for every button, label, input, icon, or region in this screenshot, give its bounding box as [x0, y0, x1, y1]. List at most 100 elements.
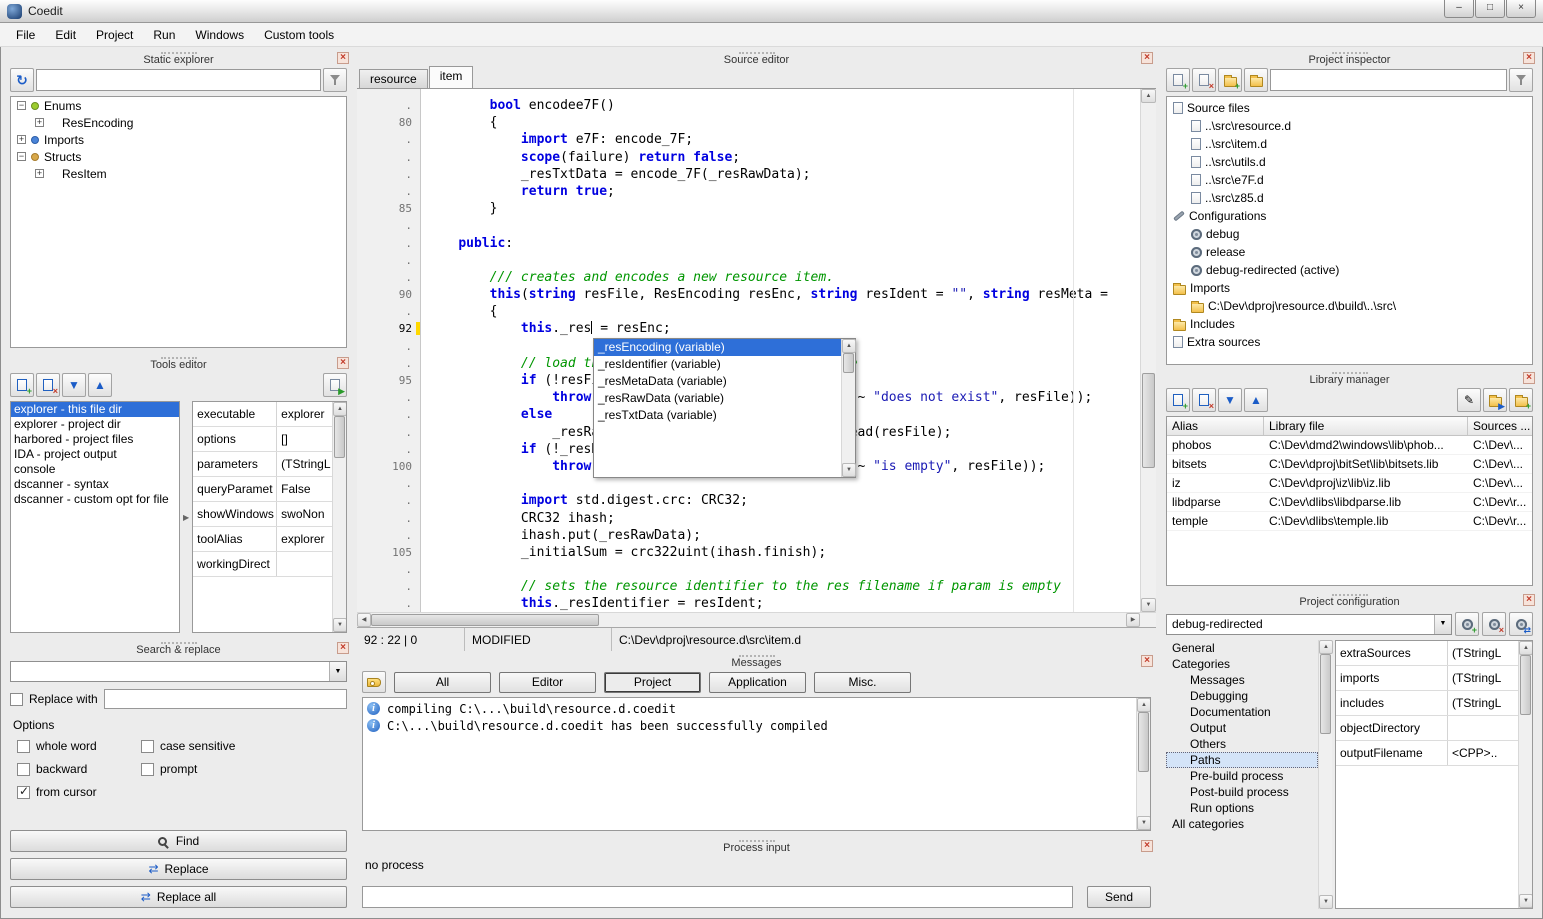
tool-item[interactable]: IDA - project output — [11, 447, 179, 462]
expand-toggle-icon[interactable]: − — [17, 101, 26, 110]
close-icon[interactable]: × — [1141, 840, 1153, 852]
scrollbar-thumb[interactable] — [1320, 654, 1331, 734]
scroll-up-button[interactable]: ▲ — [842, 339, 856, 353]
tree-item[interactable]: Configurations — [1167, 207, 1532, 225]
property-value[interactable]: <CPP>.. — [1448, 741, 1518, 765]
property-row[interactable]: queryParamet False — [193, 477, 332, 502]
property-value[interactable]: explorer — [277, 402, 332, 426]
splitter-icon[interactable]: ▶ — [183, 513, 189, 522]
scrollbar-thumb[interactable] — [1520, 655, 1531, 715]
option-checkbox-item[interactable]: prompt — [141, 762, 344, 776]
category-item[interactable]: Debugging — [1166, 688, 1318, 704]
close-icon[interactable]: × — [1523, 52, 1535, 64]
property-row[interactable]: objectDirectory — [1336, 716, 1518, 741]
tree-item[interactable]: + ResItem — [11, 165, 346, 182]
property-value[interactable] — [277, 552, 332, 576]
category-item[interactable]: Output — [1166, 720, 1318, 736]
tree-item[interactable]: ..\src\utils.d — [1167, 153, 1532, 171]
checkbox-icon[interactable] — [17, 740, 30, 753]
tree-item[interactable]: Includes — [1167, 315, 1532, 333]
checkbox-icon[interactable] — [141, 740, 154, 753]
clone-configuration-button[interactable]: ⇄ — [1509, 612, 1533, 636]
scrollbar-thumb[interactable] — [1138, 712, 1149, 772]
find-button[interactable]: Find — [10, 830, 347, 852]
tree-item[interactable]: debug-redirected (active) — [1167, 261, 1532, 279]
menu-item[interactable]: Run — [143, 25, 185, 45]
property-row[interactable]: extraSources (TStringL — [1336, 641, 1518, 666]
add-configuration-button[interactable]: + — [1455, 612, 1479, 636]
configuration-select[interactable]: debug-redirected ▼ — [1166, 614, 1452, 635]
menu-item[interactable]: File — [6, 25, 45, 45]
dropdown-button[interactable]: ▼ — [329, 662, 346, 681]
scroll-down-button[interactable]: ▼ — [1137, 816, 1151, 830]
property-value[interactable] — [1448, 716, 1518, 740]
property-value[interactable]: swoNon — [277, 502, 332, 526]
property-value[interactable]: [] — [277, 427, 332, 451]
property-row[interactable]: showWindows swoNon — [193, 502, 332, 527]
property-row[interactable]: toolAlias explorer — [193, 527, 332, 552]
property-value[interactable]: (TStringL — [1448, 666, 1518, 690]
property-value[interactable]: (TStringL — [1448, 691, 1518, 715]
tree-item[interactable]: − Enums — [11, 97, 346, 114]
open-folder-button[interactable] — [1244, 68, 1268, 92]
scroll-up-button[interactable]: ▲ — [1141, 89, 1156, 103]
run-tool-button[interactable]: ▶ — [323, 373, 347, 397]
add-library-button[interactable]: + — [1166, 388, 1190, 412]
category-item[interactable]: General — [1166, 640, 1318, 656]
editor-horizontal-scrollbar[interactable]: ◀ ▶ — [357, 612, 1156, 627]
scroll-down-button[interactable]: ▼ — [1319, 895, 1333, 909]
message-filter-button[interactable]: Misc. — [814, 672, 911, 693]
add-folder-button[interactable]: + — [1218, 68, 1242, 92]
add-source-button[interactable]: + — [1166, 68, 1190, 92]
scroll-up-button[interactable]: ▲ — [333, 402, 347, 416]
message-row[interactable]: compiling C:\...\build\resource.d.coedit — [363, 700, 1136, 717]
checkbox-icon[interactable] — [17, 763, 30, 776]
completion-scrollbar[interactable]: ▲ ▼ — [841, 339, 855, 477]
tree-item[interactable]: + ResEncoding — [11, 114, 346, 131]
property-row[interactable]: workingDirect — [193, 552, 332, 577]
category-item[interactable]: Messages — [1166, 672, 1318, 688]
inspector-search-input[interactable] — [1270, 69, 1507, 91]
properties-scrollbar[interactable]: ▲ ▼ — [1518, 641, 1532, 908]
option-checkbox-item[interactable]: backward — [17, 762, 135, 776]
replace-all-button[interactable]: ⇄ Replace all — [10, 886, 347, 908]
library-row[interactable]: phobos C:\Dev\dmd2\windows\lib\phob... C… — [1167, 436, 1532, 455]
category-item[interactable]: Documentation — [1166, 704, 1318, 720]
column-header-alias[interactable]: Alias — [1167, 417, 1264, 435]
scroll-down-button[interactable]: ▼ — [842, 463, 856, 477]
column-header-library-file[interactable]: Library file — [1264, 417, 1468, 435]
tree-item[interactable]: Extra sources — [1167, 333, 1532, 351]
messages-scrollbar[interactable]: ▲ ▼ — [1136, 698, 1150, 830]
tool-item[interactable]: dscanner - syntax — [11, 477, 179, 492]
dropdown-button[interactable]: ▼ — [1434, 615, 1451, 634]
replace-button[interactable]: ⇄ Replace — [10, 858, 347, 880]
tree-item[interactable]: release — [1167, 243, 1532, 261]
editor-tab[interactable]: resource — [359, 69, 428, 88]
scroll-down-button[interactable]: ▼ — [333, 618, 347, 632]
completion-item[interactable]: _resTxtData (variable) — [594, 407, 841, 424]
tool-item[interactable]: harbored - project files — [11, 432, 179, 447]
tree-item[interactable]: ..\src\z85.d — [1167, 189, 1532, 207]
remove-configuration-button[interactable]: × — [1482, 612, 1506, 636]
completion-item[interactable]: _resMetaData (variable) — [594, 373, 841, 390]
tree-item[interactable]: + Imports — [11, 131, 346, 148]
property-row[interactable]: includes (TStringL — [1336, 691, 1518, 716]
message-row[interactable]: C:\...\build\resource.d.coedit has been … — [363, 717, 1136, 734]
replace-with-checkbox[interactable] — [10, 693, 23, 706]
close-icon[interactable]: × — [1523, 594, 1535, 606]
remove-library-button[interactable]: × — [1192, 388, 1216, 412]
scroll-right-button[interactable]: ▶ — [1126, 613, 1140, 627]
symbol-search-input[interactable] — [36, 69, 321, 91]
remove-tool-button[interactable]: × — [36, 373, 60, 397]
property-row[interactable]: outputFilename <CPP>.. — [1336, 741, 1518, 766]
process-input-field[interactable] — [362, 886, 1073, 908]
column-header-sources[interactable]: Sources ... — [1468, 417, 1532, 435]
category-item[interactable]: Others — [1166, 736, 1318, 752]
tool-item[interactable]: console — [11, 462, 179, 477]
library-row[interactable]: bitsets C:\Dev\dproj\bitSet\lib\bitsets.… — [1167, 455, 1532, 474]
move-tool-up-button[interactable]: ▲ — [88, 373, 112, 397]
library-row[interactable]: iz C:\Dev\dproj\iz\lib\iz.lib C:\Dev\... — [1167, 474, 1532, 493]
vertical-scrollbar[interactable]: ▲ ▼ — [332, 402, 346, 632]
tree-item[interactable]: C:\Dev\dproj\resource.d\build\..\src\ — [1167, 297, 1532, 315]
code-area[interactable]: . bool encodee7F()80 {. import e7F: enco… — [357, 89, 1140, 612]
